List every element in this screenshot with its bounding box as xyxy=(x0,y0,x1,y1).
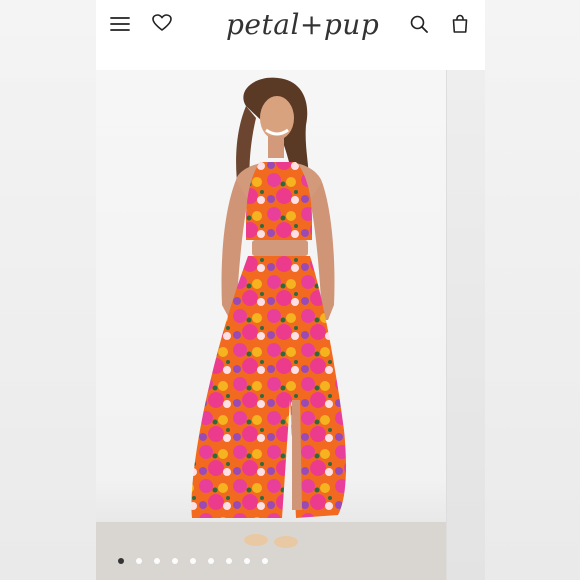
search-icon[interactable] xyxy=(410,15,428,33)
carousel-dot[interactable] xyxy=(190,558,196,564)
carousel-dot[interactable] xyxy=(118,558,124,564)
heart-icon[interactable] xyxy=(152,14,172,32)
model-photo xyxy=(96,77,446,580)
site-header: petal+pup xyxy=(96,0,485,70)
hamburger-menu-icon[interactable] xyxy=(110,16,130,32)
carousel-dot[interactable] xyxy=(136,558,142,564)
carousel-dot[interactable] xyxy=(226,558,232,564)
carousel-dot[interactable] xyxy=(208,558,214,564)
product-image[interactable] xyxy=(96,70,446,580)
carousel-dot[interactable] xyxy=(262,558,268,564)
phone-screen: petal+pup xyxy=(96,0,485,580)
carousel-dot[interactable] xyxy=(172,558,178,564)
carousel-dot[interactable] xyxy=(154,558,160,564)
next-image-peek[interactable] xyxy=(446,70,485,580)
carousel-pagination xyxy=(118,558,268,566)
right-backdrop xyxy=(484,0,580,580)
shopping-bag-icon[interactable] xyxy=(451,14,469,33)
brand-logo[interactable]: petal+pup xyxy=(226,6,379,44)
left-backdrop xyxy=(0,0,96,580)
carousel-dot[interactable] xyxy=(244,558,250,564)
